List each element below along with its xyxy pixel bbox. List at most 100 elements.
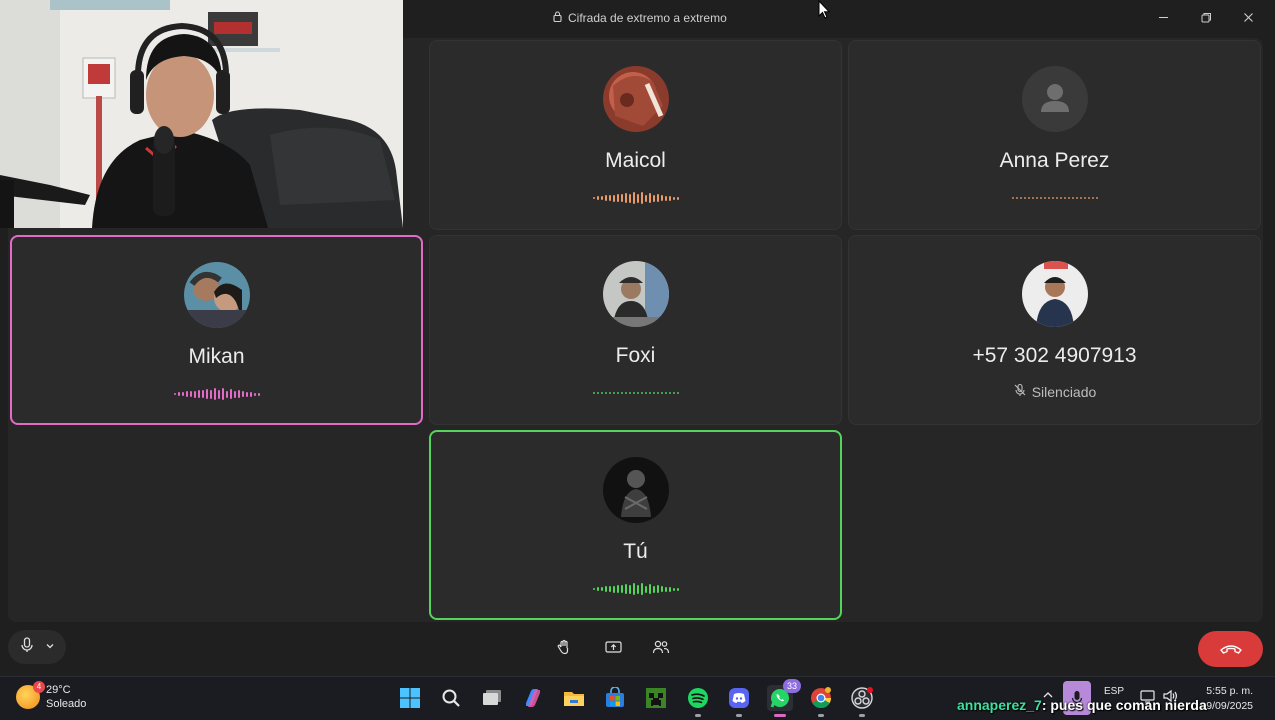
raise-hand-button[interactable] (553, 636, 575, 658)
minimize-button[interactable] (1148, 6, 1178, 28)
wave-bar (636, 584, 639, 594)
voice-activity-indicator (592, 386, 679, 400)
whatsapp-icon[interactable]: 33 (767, 679, 801, 717)
window-title: Cifrada de extremo a extremo (553, 11, 727, 25)
participant-tile-self[interactable]: Tú (429, 430, 842, 620)
wave-bar (664, 586, 667, 592)
chat-message: : pues que coman nierda (1041, 697, 1207, 713)
participant-name: Anna Perez (999, 149, 1110, 172)
language-indicator[interactable]: ESP (1104, 686, 1124, 697)
hang-up-button[interactable] (1198, 631, 1263, 667)
chrome-icon[interactable] (808, 685, 834, 717)
participant-tile-maicol[interactable]: Maicol (429, 40, 842, 230)
wave-bar (225, 390, 228, 398)
share-screen-button[interactable] (602, 636, 624, 658)
wave-bar (648, 193, 651, 203)
participant-tile-foxi[interactable]: Foxi (429, 235, 842, 425)
wave-bar (1055, 197, 1058, 199)
wave-bar (676, 587, 679, 591)
wave-bar (656, 392, 659, 394)
weather-condition: Soleado (46, 698, 87, 710)
wave-bar (213, 388, 216, 400)
participant-tile-anna-perez[interactable]: Anna Perez (848, 40, 1261, 230)
wave-bar (1079, 197, 1082, 199)
participant-name: Mikan (188, 345, 245, 368)
wave-bar (656, 194, 659, 202)
wave-bar (612, 194, 615, 202)
wave-bar (257, 392, 260, 396)
system-clock[interactable]: 5:55 p. m. 9/09/2025 (1206, 684, 1253, 714)
webcam-overlay (0, 0, 403, 228)
weather-widget[interactable]: 4 29°C Soleado (16, 681, 87, 711)
wave-bar (592, 588, 595, 590)
wave-bar (173, 393, 176, 395)
wave-bar (1011, 197, 1014, 199)
phone-hangup-icon (1219, 645, 1242, 654)
add-people-button[interactable] (650, 636, 672, 658)
wave-bar (201, 390, 204, 398)
spotify-icon[interactable] (685, 685, 711, 717)
wave-bar (652, 392, 655, 394)
wave-bar (660, 195, 663, 201)
close-button[interactable] (1233, 6, 1263, 28)
wave-bar (1015, 197, 1018, 199)
wave-bar (253, 392, 256, 396)
avatar (183, 262, 250, 328)
wave-bar (217, 389, 220, 399)
wave-bar (648, 584, 651, 594)
minecraft-icon[interactable] (643, 685, 669, 711)
microphone-icon[interactable] (20, 636, 34, 658)
chevron-down-icon[interactable] (45, 638, 55, 656)
wave-bar (644, 392, 647, 394)
wave-bar (676, 196, 679, 200)
muted-label: Silenciado (1031, 383, 1097, 400)
file-explorer-icon[interactable] (561, 685, 587, 711)
running-indicator (859, 714, 865, 717)
wave-bar (632, 192, 635, 204)
avatar (602, 66, 669, 132)
wave-bar (1035, 197, 1038, 199)
running-indicator (695, 714, 701, 717)
windows-start-icon[interactable] (397, 685, 423, 711)
obs-icon[interactable] (849, 685, 875, 717)
mic-control (8, 630, 66, 664)
wave-bar (600, 392, 603, 394)
wave-bar (612, 585, 615, 593)
mic-off-icon (1013, 383, 1027, 400)
default-avatar-icon (1021, 66, 1088, 132)
wave-bar (632, 583, 635, 595)
wave-bar (245, 391, 248, 397)
copilot-icon[interactable] (520, 685, 546, 711)
clock-time: 5:55 p. m. (1206, 685, 1253, 697)
wave-bar (636, 193, 639, 203)
active-indicator (774, 714, 786, 717)
wave-bar (644, 194, 647, 202)
restore-button[interactable] (1191, 6, 1221, 28)
wave-bar (664, 392, 667, 394)
wave-bar (1095, 197, 1098, 199)
microsoft-store-icon[interactable] (602, 685, 628, 711)
search-icon[interactable] (438, 685, 464, 711)
participant-tile-phone[interactable]: +57 302 4907913 Silenciado (848, 235, 1261, 425)
temperature: 29°C (46, 684, 71, 696)
wave-bar (620, 194, 623, 202)
participant-tile-mikan[interactable]: Mikan (10, 235, 423, 425)
wave-bar (624, 193, 627, 203)
wave-bar (628, 584, 631, 594)
discord-icon[interactable] (726, 685, 752, 717)
lock-icon (553, 11, 562, 25)
wave-bar (672, 392, 675, 394)
wave-bar (1063, 197, 1066, 199)
wave-bar (189, 391, 192, 397)
wave-bar (632, 392, 635, 394)
window-title-text: Cifrada de extremo a extremo (568, 11, 727, 25)
weather-badge: 4 (33, 681, 45, 693)
whatsapp-badge: 33 (783, 679, 801, 693)
wave-bar (676, 392, 679, 394)
task-view-icon[interactable] (479, 685, 505, 711)
wave-bar (1091, 197, 1094, 199)
wave-bar (608, 392, 611, 394)
wave-bar (193, 390, 196, 398)
wave-bar (668, 195, 671, 201)
wave-bar (237, 390, 240, 398)
